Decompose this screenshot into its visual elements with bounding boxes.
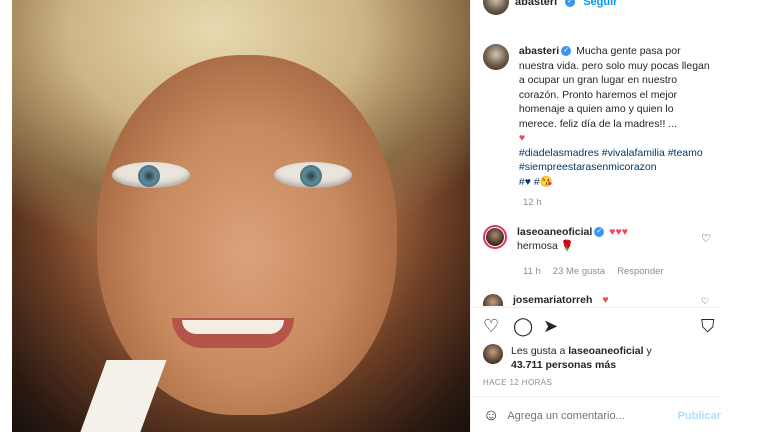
divider <box>471 307 721 308</box>
verified-icon: ✓ <box>565 0 576 7</box>
comment-like-icon[interactable]: ♡ <box>701 296 709 307</box>
likes-summary: Les gusta a laseoaneoficial y 43.711 per… <box>483 344 713 372</box>
photo-teeth <box>182 320 284 334</box>
comment-avatar[interactable] <box>483 294 503 306</box>
verified-icon: ✓ <box>561 46 572 57</box>
author-avatar[interactable] <box>483 0 509 15</box>
likes-user[interactable]: laseoaneoficial <box>568 345 643 357</box>
caption-trailing-emoji[interactable]: #♥ #😘 <box>519 176 553 188</box>
likes-conjunction: y <box>646 345 652 357</box>
comment-time: 11 h <box>523 266 541 277</box>
heart-icon[interactable]: ♡ <box>483 316 499 336</box>
caption-time: 12 h <box>523 197 542 208</box>
photo-eye-right <box>274 162 352 188</box>
caption-hashtags[interactable]: #diadelasmadres #vivalafamilia #teamo #s… <box>519 147 703 174</box>
comment-hearts: ♥♥♥ <box>609 226 628 238</box>
heart-emoji: ♥ <box>518 132 526 144</box>
caption-username[interactable]: abasteri <box>519 45 559 57</box>
comment-likes[interactable]: 23 Me gusta <box>553 266 605 277</box>
photo-eye-left <box>112 162 190 188</box>
comment-text: hermosa 🌹 <box>517 240 574 252</box>
post-sidebar: abasteri ✓ Seguir abasteri ✓ Mucha gente … <box>470 0 721 432</box>
caption-avatar[interactable] <box>483 44 509 70</box>
liker-avatar[interactable] <box>483 344 503 364</box>
divider <box>471 396 721 397</box>
comment-item: laseoaneoficial ✓ ♥♥♥ hermosa 🌹 <box>483 225 713 253</box>
comment-input[interactable] <box>507 410 670 422</box>
post-caption: abasteri ✓ Mucha gente pasa por nuestra v… <box>483 44 713 189</box>
emoji-icon[interactable]: ☺ <box>483 407 499 425</box>
comment-username[interactable]: laseoaneoficial <box>517 226 592 238</box>
likes-count[interactable]: 43.711 personas más <box>511 359 616 371</box>
publish-button[interactable]: Publicar <box>678 410 721 422</box>
comment-icon[interactable]: ◯ <box>513 316 533 336</box>
comment-item: josemariatorreh ♥ <box>483 294 713 306</box>
comment-meta: 11 h 23 Me gusta Responder <box>523 266 664 277</box>
add-comment-bar: ☺ Publicar <box>483 404 721 428</box>
post-photo[interactable] <box>12 0 470 432</box>
post-actions: ♡ ◯ ➤ ⛉ <box>483 316 719 338</box>
reply-button[interactable]: Responder <box>617 266 663 277</box>
photo-collar <box>77 360 167 432</box>
comment-hearts: ♥ <box>602 294 609 306</box>
verified-icon: ✓ <box>594 227 605 238</box>
share-icon[interactable]: ➤ <box>543 316 558 336</box>
post-header: abasteri ✓ Seguir <box>483 0 617 15</box>
caption-text: Mucha gente pasa por nuestra vida. pero … <box>518 45 710 130</box>
bookmark-icon[interactable]: ⛉ <box>701 316 715 336</box>
likes-prefix: Les gusta a <box>511 345 566 357</box>
comment-avatar[interactable] <box>483 225 507 249</box>
post-timestamp: HACE 12 HORAS <box>483 378 553 387</box>
comment-username[interactable]: josemariatorreh <box>513 294 592 306</box>
header-username[interactable]: abasteri <box>515 0 557 8</box>
follow-button[interactable]: Seguir <box>583 0 617 8</box>
comment-like-icon[interactable]: ♡ <box>701 232 711 245</box>
